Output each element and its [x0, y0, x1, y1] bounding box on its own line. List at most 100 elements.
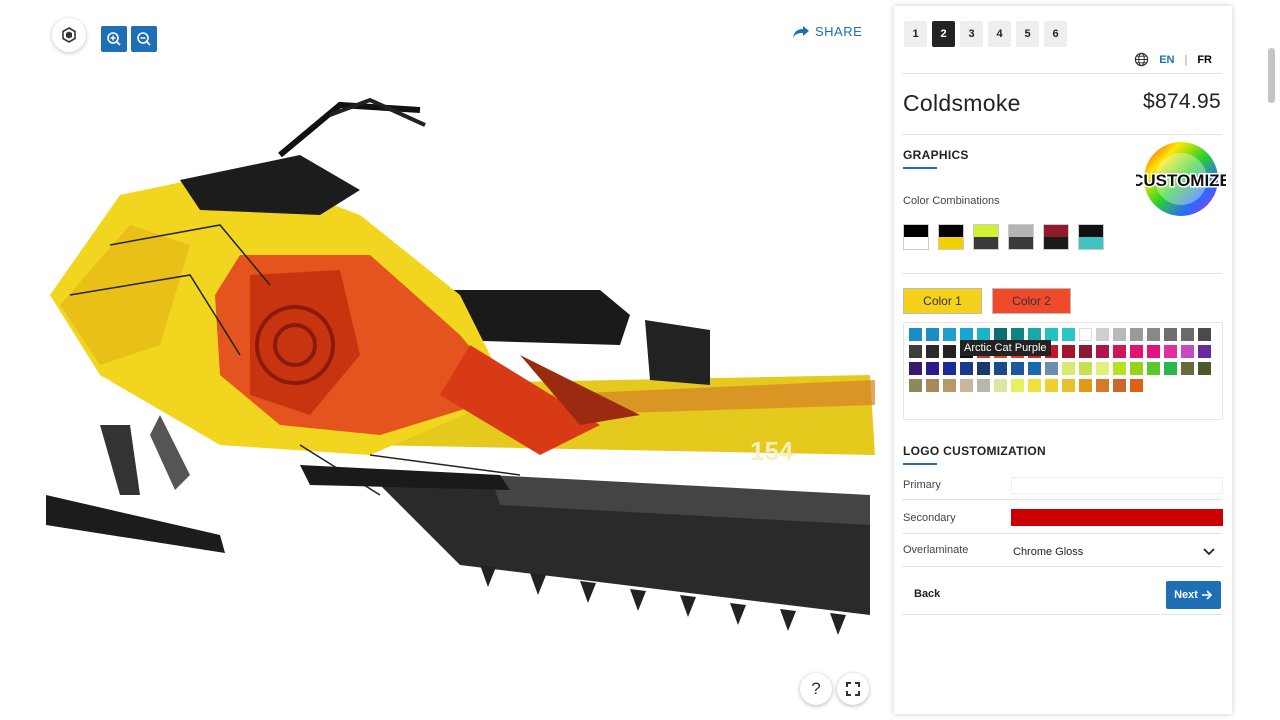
color-swatch[interactable]: [1181, 362, 1194, 375]
app: SHARE 154 ? 1 2 3 4 5 6 EN | FR Coldsmok…: [0, 0, 1280, 720]
color-swatch[interactable]: [1164, 362, 1177, 375]
color-swatch[interactable]: [1198, 328, 1211, 341]
color-combination-swatch[interactable]: [938, 224, 964, 250]
color-swatch[interactable]: [1079, 379, 1092, 392]
color-swatch[interactable]: [960, 362, 973, 375]
color-swatch[interactable]: [1062, 345, 1075, 358]
color-swatch[interactable]: [994, 362, 1007, 375]
color-swatch[interactable]: [926, 345, 939, 358]
step-tab-4[interactable]: 4: [988, 21, 1011, 47]
snowmobile-render[interactable]: 154: [40, 95, 880, 655]
color-swatch[interactable]: [1062, 328, 1075, 341]
lang-en-link[interactable]: EN: [1159, 54, 1174, 66]
page-scrollbar[interactable]: [1268, 48, 1275, 103]
color-swatch[interactable]: [977, 362, 990, 375]
step-tab-5[interactable]: 5: [1016, 21, 1039, 47]
color-swatch[interactable]: [909, 379, 922, 392]
combination-color-band: [974, 225, 998, 237]
overlaminate-value: Chrome Gloss: [1013, 546, 1084, 558]
color-combination-swatch[interactable]: [903, 224, 929, 250]
color-swatch[interactable]: [1113, 362, 1126, 375]
color-swatch[interactable]: [1045, 362, 1058, 375]
color-swatch[interactable]: [909, 345, 922, 358]
arrow-right-icon: [1201, 590, 1213, 600]
help-button[interactable]: ?: [800, 673, 832, 705]
color-swatch[interactable]: [1062, 379, 1075, 392]
step-tab-6[interactable]: 6: [1044, 21, 1067, 47]
color-swatch[interactable]: [1113, 328, 1126, 341]
color-swatch[interactable]: [1096, 362, 1109, 375]
back-button[interactable]: Back: [914, 588, 940, 600]
color-swatch[interactable]: [1011, 379, 1024, 392]
color-swatch[interactable]: [1164, 345, 1177, 358]
color-combination-swatch[interactable]: [1008, 224, 1034, 250]
color-swatch[interactable]: [1181, 328, 1194, 341]
color-palette: [903, 322, 1223, 420]
secondary-color-field[interactable]: [1011, 509, 1223, 526]
primary-label: Primary: [903, 479, 941, 491]
color-swatch[interactable]: [1079, 345, 1092, 358]
zoom-out-button[interactable]: [131, 26, 157, 52]
color-swatch[interactable]: [926, 362, 939, 375]
color-swatch[interactable]: [1028, 379, 1041, 392]
color-combination-swatch[interactable]: [1078, 224, 1104, 250]
primary-color-field[interactable]: [1011, 477, 1223, 494]
color-swatch[interactable]: [1096, 328, 1109, 341]
zoom-in-button[interactable]: [101, 26, 127, 52]
customize-badge-text: CUSTOMIZE: [1136, 171, 1226, 190]
color-swatch[interactable]: [1113, 345, 1126, 358]
overlaminate-select[interactable]: Chrome Gloss: [1011, 542, 1223, 562]
color-1-button[interactable]: Color 1: [903, 288, 982, 314]
color-swatch[interactable]: [1011, 362, 1024, 375]
color-swatch[interactable]: [943, 328, 956, 341]
color-swatch[interactable]: [1113, 379, 1126, 392]
lang-separator: |: [1184, 53, 1188, 66]
color-combination-swatch[interactable]: [1043, 224, 1069, 250]
color-swatch[interactable]: [1181, 345, 1194, 358]
color-swatch[interactable]: [926, 328, 939, 341]
step-tab-1[interactable]: 1: [904, 21, 927, 47]
help-label: ?: [811, 679, 821, 698]
color-swatch[interactable]: [1198, 345, 1211, 358]
step-tab-3[interactable]: 3: [960, 21, 983, 47]
graphics-heading: GRAPHICS: [903, 148, 969, 169]
lang-fr-link[interactable]: FR: [1197, 54, 1212, 66]
color-swatch[interactable]: [1096, 379, 1109, 392]
color-swatch[interactable]: [1045, 379, 1058, 392]
color-swatch[interactable]: [1130, 362, 1143, 375]
color-swatch[interactable]: [1198, 362, 1211, 375]
viewer[interactable]: SHARE 154 ?: [0, 0, 890, 720]
brand-logo-button[interactable]: [52, 18, 86, 52]
color-swatch[interactable]: [1079, 328, 1092, 341]
color-swatch[interactable]: [1062, 362, 1075, 375]
color-swatch[interactable]: [909, 328, 922, 341]
color-swatch[interactable]: [1147, 345, 1160, 358]
color-swatch[interactable]: [1147, 328, 1160, 341]
color-swatch[interactable]: [1130, 328, 1143, 341]
step-tabs: 123456: [904, 21, 1067, 47]
color-swatch[interactable]: [977, 379, 990, 392]
color-swatch[interactable]: [1079, 362, 1092, 375]
globe-icon: [1134, 52, 1149, 67]
color-swatch[interactable]: [943, 379, 956, 392]
color-swatch[interactable]: [909, 362, 922, 375]
color-swatch[interactable]: [1147, 362, 1160, 375]
color-swatch[interactable]: [1164, 328, 1177, 341]
next-button[interactable]: Next: [1166, 581, 1221, 609]
color-swatch[interactable]: [1028, 362, 1041, 375]
color-swatch[interactable]: [943, 362, 956, 375]
color-swatch[interactable]: [994, 379, 1007, 392]
color-2-button[interactable]: Color 2: [992, 288, 1071, 314]
combination-color-band: [1044, 237, 1068, 249]
color-swatch[interactable]: [960, 379, 973, 392]
color-swatch[interactable]: [1130, 379, 1143, 392]
share-button[interactable]: SHARE: [792, 24, 862, 39]
color-swatch[interactable]: [943, 345, 956, 358]
color-swatch[interactable]: [1130, 345, 1143, 358]
color-swatch[interactable]: [926, 379, 939, 392]
color-combination-swatch[interactable]: [973, 224, 999, 250]
fullscreen-button[interactable]: [837, 673, 869, 705]
step-tab-2[interactable]: 2: [932, 21, 955, 47]
customize-button[interactable]: CUSTOMIZE: [1136, 140, 1226, 218]
color-swatch[interactable]: [1096, 345, 1109, 358]
